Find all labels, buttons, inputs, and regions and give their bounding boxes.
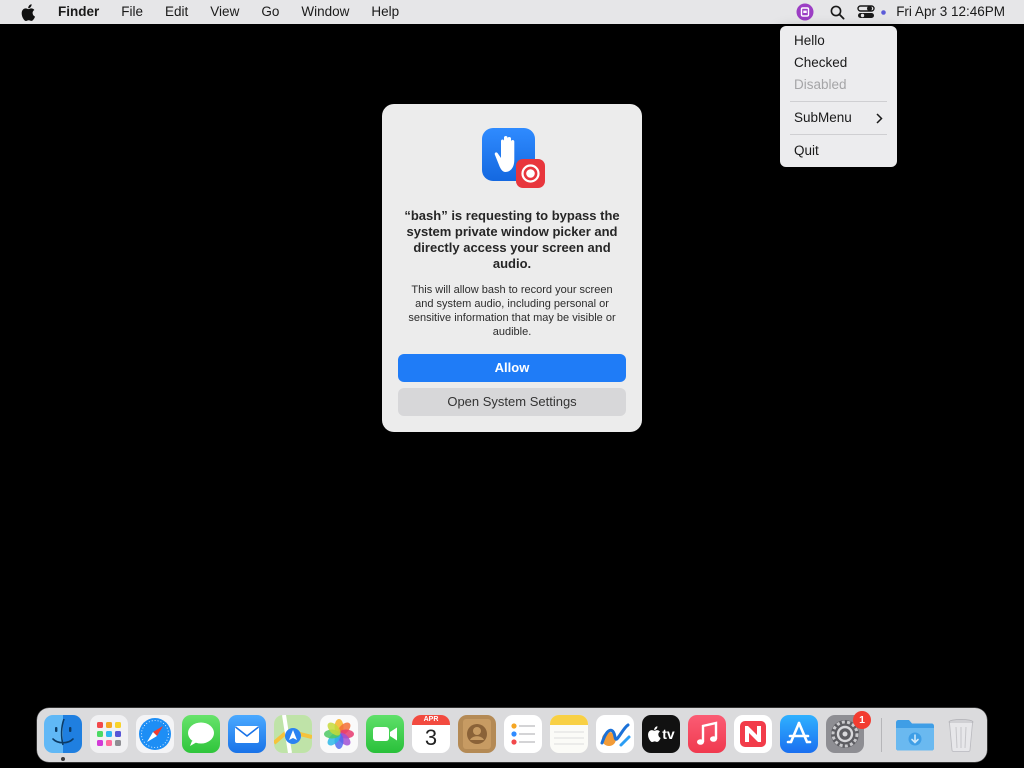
trash-icon[interactable] (942, 715, 980, 753)
dock-divider (881, 718, 882, 752)
control-center-icon[interactable] (852, 0, 880, 24)
contacts-icon[interactable] (458, 715, 496, 753)
menu-bar: Finder File Edit View Go Window Help Fri… (0, 0, 1024, 24)
calendar-icon[interactable]: APR 3 (412, 715, 450, 753)
menu-help[interactable]: Help (360, 0, 410, 24)
launchpad-icon[interactable] (90, 715, 128, 753)
menu-item-quit[interactable]: Quit (780, 140, 897, 162)
news-icon[interactable] (734, 715, 772, 753)
menu-item-submenu[interactable]: SubMenu (780, 107, 897, 129)
messages-icon[interactable] (182, 715, 220, 753)
screen-recording-permission-dialog: “bash” is requesting to bypass the syste… (382, 104, 642, 432)
chevron-right-icon (876, 107, 883, 129)
menu-item-submenu-label: SubMenu (794, 110, 852, 125)
apple-menu-icon[interactable] (17, 0, 39, 24)
allow-button[interactable]: Allow (398, 354, 626, 382)
reminders-icon[interactable] (504, 715, 542, 753)
menu-item-disabled: Disabled (794, 77, 847, 92)
notification-badge: 1 (853, 711, 871, 729)
tv-icon[interactable]: tv (642, 715, 680, 753)
facetime-icon[interactable] (366, 715, 404, 753)
menu-file[interactable]: File (110, 0, 154, 24)
menu-separator (790, 101, 887, 102)
privacy-hand-screen-record-icon (482, 128, 545, 188)
dialog-title: “bash” is requesting to bypass the syste… (404, 208, 620, 271)
menu-app-name[interactable]: Finder (58, 0, 110, 24)
menu-view[interactable]: View (199, 0, 250, 24)
mail-icon[interactable] (228, 715, 266, 753)
app-store-icon[interactable] (780, 715, 818, 753)
menu-go[interactable]: Go (250, 0, 290, 24)
search-icon[interactable] (822, 0, 852, 24)
running-indicator (61, 757, 65, 761)
menu-item-checked[interactable]: Checked (780, 52, 897, 74)
calendar-month: APR (412, 715, 450, 725)
app-status-icon[interactable] (792, 0, 818, 24)
open-system-settings-button[interactable]: Open System Settings (398, 388, 626, 416)
maps-icon[interactable] (274, 715, 312, 753)
tv-label: tv (662, 726, 675, 742)
notes-icon[interactable] (550, 715, 588, 753)
safari-icon[interactable] (136, 715, 174, 753)
calendar-day: 3 (424, 725, 438, 750)
downloads-folder-icon[interactable] (894, 715, 936, 753)
status-item-menu: Hello Checked Disabled SubMenu Quit (780, 26, 897, 167)
dialog-message: This will allow bash to record your scre… (408, 284, 616, 338)
freeform-icon[interactable] (596, 715, 634, 753)
music-icon[interactable] (688, 715, 726, 753)
photos-icon[interactable] (320, 715, 358, 753)
status-area: Fri Apr 3 12:46PM (792, 0, 1024, 24)
dock: APR 3 tv 1 (37, 708, 987, 762)
menu-window[interactable]: Window (290, 0, 360, 24)
menu-bar-clock[interactable]: Fri Apr 3 12:46PM (886, 0, 1024, 24)
menu-edit[interactable]: Edit (154, 0, 199, 24)
menu-separator (790, 134, 887, 135)
menu-item-hello[interactable]: Hello (780, 30, 897, 52)
finder-icon[interactable] (44, 715, 82, 753)
